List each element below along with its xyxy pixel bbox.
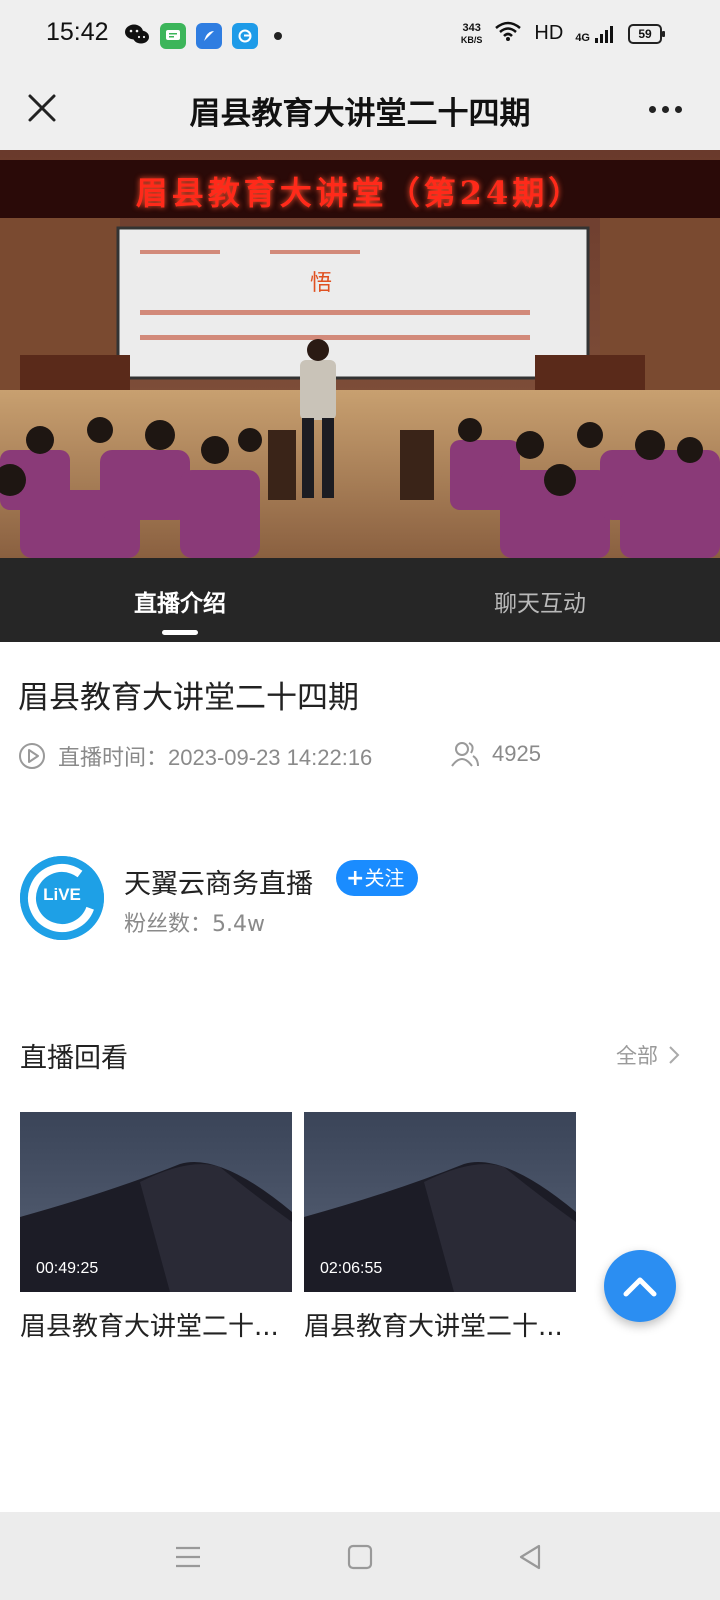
replay-thumbnail: 02:06:55: [304, 1112, 576, 1292]
notification-icons: [124, 22, 282, 50]
page-title: 眉县教育大讲堂二十四期: [189, 96, 531, 132]
play-circle-icon: [19, 743, 45, 769]
hd-indicator: HD: [534, 22, 564, 44]
wifi-icon: [494, 20, 522, 47]
live-time: 直播时间：2023-09-23 14:22:16: [18, 740, 372, 772]
viewer-count: 4925: [450, 740, 541, 768]
fans-count: 粉丝数：5.4w: [124, 912, 265, 937]
more-dot: [674, 105, 682, 113]
tab-live-intro[interactable]: 直播介绍: [0, 558, 360, 642]
replay-list: 00:49:25 眉县教育大讲堂二十... 02:06:55 眉县教育大讲堂二十…: [20, 1112, 576, 1343]
back-nav-button[interactable]: [510, 1540, 550, 1574]
scroll-to-top-button[interactable]: [604, 1250, 676, 1322]
more-notifications-dot: [274, 32, 282, 40]
replay-card[interactable]: 02:06:55 眉县教育大讲堂二十...: [304, 1112, 576, 1343]
users-icon: [451, 742, 479, 767]
network-speed: 343 KB/S: [460, 21, 483, 45]
video-banner-text: 眉县教育大讲堂（第24期）: [135, 174, 585, 212]
home-nav-button[interactable]: [340, 1540, 380, 1574]
replay-duration: 00:49:25: [36, 1260, 99, 1277]
replay-heading: 直播回看: [20, 1043, 128, 1074]
svg-text:悟: 悟: [310, 271, 332, 296]
tab-bar: 直播介绍 聊天互动: [0, 558, 720, 642]
plus-icon: +: [346, 866, 365, 891]
active-tab-indicator: [162, 630, 198, 635]
live-title: 眉县教育大讲堂二十四期: [18, 680, 359, 716]
feather-app-icon: [196, 23, 222, 49]
messaging-app-icon: [160, 23, 186, 49]
status-indicators: 343 KB/S HD 4G 59: [460, 20, 665, 47]
back-triangle-icon: [519, 1544, 541, 1570]
home-square-icon: [347, 1544, 373, 1570]
replay-title: 眉县教育大讲堂二十...: [20, 1312, 279, 1342]
replay-card[interactable]: 00:49:25 眉县教育大讲堂二十...: [20, 1112, 292, 1343]
channel-avatar[interactable]: LiVE: [20, 856, 104, 940]
video-player[interactable]: 悟 眉县教育大讲堂（第24期）: [0, 150, 720, 558]
view-all-link[interactable]: 全部: [616, 1040, 680, 1070]
tianyi-app-icon: [232, 23, 258, 49]
more-dot: [661, 105, 669, 113]
status-time: 15:42: [46, 18, 109, 46]
more-dot: [648, 105, 656, 113]
status-bar: 15:42 343 KB/S HD 4G 59: [0, 0, 720, 68]
menu-icon: [176, 1546, 200, 1568]
signal-icon: 4G: [575, 24, 616, 44]
menu-nav-button[interactable]: [168, 1540, 208, 1574]
replay-title: 眉县教育大讲堂二十...: [304, 1312, 563, 1342]
more-options-button[interactable]: [640, 94, 690, 124]
channel-info: LiVE 天翼云商务直播 +关注 粉丝数：5.4w: [20, 856, 700, 942]
follow-button[interactable]: +关注: [336, 860, 419, 896]
chevron-up-icon: [623, 1277, 657, 1297]
wechat-icon: [124, 22, 150, 50]
battery-icon: 59: [628, 23, 665, 44]
live-meta: 直播时间：2023-09-23 14:22:16 4925: [18, 740, 708, 774]
replay-thumbnail: 00:49:25: [20, 1112, 292, 1292]
channel-name: 天翼云商务直播: [124, 869, 313, 900]
chevron-right-icon: [669, 1046, 680, 1064]
title-bar: 眉县教育大讲堂二十四期: [0, 68, 720, 150]
system-nav-bar: [0, 1512, 720, 1600]
replay-duration: 02:06:55: [320, 1260, 383, 1277]
tab-chat[interactable]: 聊天互动: [360, 558, 720, 642]
